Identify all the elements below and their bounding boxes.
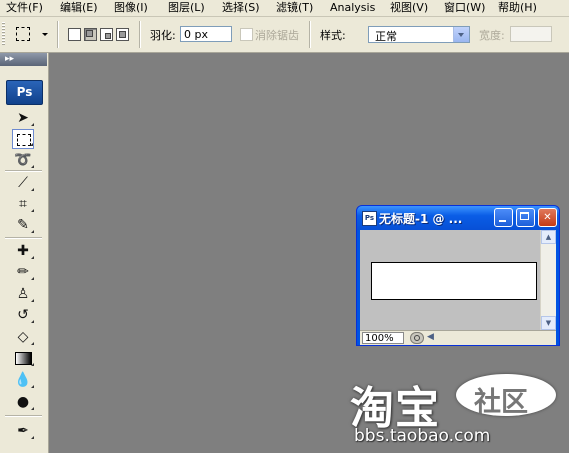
maximize-button[interactable] [516,208,535,227]
lasso-tool-icon[interactable]: ➰ [12,150,34,170]
tool-divider [5,170,42,172]
feather-input[interactable]: 0 px [180,26,232,42]
scroll-up-icon[interactable]: ▲ [541,230,556,244]
close-button[interactable]: ✕ [538,208,557,227]
gradient-tool-icon[interactable] [12,348,34,368]
intersect-selection-button[interactable] [116,28,129,41]
feather-label: 羽化: [150,29,176,42]
watermark-url: bbs.taobao.com [354,426,491,446]
divider [309,21,311,48]
watermark-bubble: 社区 [456,374,556,418]
scroll-down-icon[interactable]: ▼ [541,316,556,330]
width-input[interactable] [510,26,552,42]
magic-wand-tool-icon[interactable]: ⟋ [12,173,34,193]
toolbox: ▸▸ Ps ➤ ➰ ⟋ ⌗ ✎ ✚ ✏ ♙ ↺ ◇ 💧 ● ✒ [0,53,49,453]
document-title-bar[interactable]: Ps 无标题-1 @ ... ✕ [357,206,559,230]
minimize-button[interactable] [494,208,513,227]
menu-analysis[interactable]: Analysis [330,1,375,15]
style-label: 样式: [320,29,346,42]
scroll-left-icon[interactable]: ◀ [427,332,434,342]
healing-brush-tool-icon[interactable]: ✚ [12,241,34,261]
taobao-watermark: 淘宝 社区 bbs.taobao.com [346,360,561,452]
photoshop-document-icon: Ps [362,211,377,226]
zoom-input[interactable]: 100% [362,332,404,344]
close-icon: ✕ [543,212,552,223]
rectangular-marquee-tool-icon[interactable] [12,129,34,149]
vertical-scrollbar[interactable]: ▲ ▼ [540,230,556,330]
options-bar: 羽化: 0 px 消除锯齿 样式: 正常 宽度: [0,17,569,53]
menu-select[interactable]: 选择(S) [222,1,260,15]
history-brush-tool-icon[interactable]: ↺ [12,305,34,325]
add-selection-icon [86,30,93,37]
photoshop-logo[interactable]: Ps [6,80,43,105]
eraser-tool-icon[interactable]: ◇ [12,327,34,347]
document-status-bar: 100% ◀ [360,330,556,345]
menu-file[interactable]: 文件(F) [6,1,43,15]
brush-tool-icon[interactable]: ✏ [12,262,34,282]
menu-bar: 文件(F) 编辑(E) 图像(I) 图层(L) 选择(S) 滤镜(T) Anal… [0,0,569,17]
chevron-down-icon [42,33,48,36]
pen-tool-icon[interactable]: ✒ [12,421,34,441]
document-title: 无标题-1 @ ... [379,212,463,226]
collapse-icon: ▸▸ [5,54,15,64]
add-to-selection-button[interactable] [84,28,97,41]
tool-divider [5,237,42,239]
style-select[interactable]: 正常 [368,26,470,43]
blur-tool-icon[interactable]: 💧 [12,370,34,390]
maximize-icon [520,212,529,220]
chevron-down-icon[interactable] [453,27,469,42]
antialias-checkbox[interactable] [240,28,253,41]
crop-tool-icon[interactable]: ⌗ [12,194,34,214]
divider [57,21,59,48]
subtract-selection-icon [105,33,111,39]
minimize-icon [499,220,506,222]
document-window[interactable]: Ps 无标题-1 @ ... ✕ ▲ ▼ 100% ◀ [356,205,560,346]
document-canvas-area: ▲ ▼ 100% ◀ [360,230,556,345]
gradient-glyph [15,352,32,365]
watermark-bubble-text: 社区 [474,387,528,418]
width-label: 宽度: [479,29,505,42]
new-selection-button[interactable] [68,28,81,41]
clone-stamp-tool-icon[interactable]: ♙ [12,284,34,304]
tool-preset-picker[interactable] [14,25,48,43]
antialias-label: 消除锯齿 [255,29,299,42]
rectangular-marquee-icon [16,27,30,41]
menu-filter[interactable]: 滤镜(T) [276,1,313,15]
status-info-icon[interactable] [410,332,424,344]
subtract-from-selection-button[interactable] [100,28,113,41]
options-bar-grip[interactable] [2,22,5,46]
menu-image[interactable]: 图像(I) [114,1,148,15]
marquee-glyph [17,134,31,146]
menu-edit[interactable]: 编辑(E) [60,1,98,15]
canvas[interactable] [371,262,537,300]
toolbox-header[interactable]: ▸▸ [0,53,47,66]
menu-view[interactable]: 视图(V) [390,1,428,15]
style-select-value: 正常 [375,30,397,43]
dodge-tool-icon[interactable]: ● [12,392,34,412]
slice-tool-icon[interactable]: ✎ [12,215,34,235]
menu-help[interactable]: 帮助(H) [498,1,537,15]
menu-layer[interactable]: 图层(L) [168,1,205,15]
menu-window[interactable]: 窗口(W) [444,1,485,15]
tool-divider [5,415,42,417]
move-tool-icon[interactable]: ➤ [12,108,34,128]
divider [139,21,141,48]
intersect-selection-icon [119,31,126,38]
